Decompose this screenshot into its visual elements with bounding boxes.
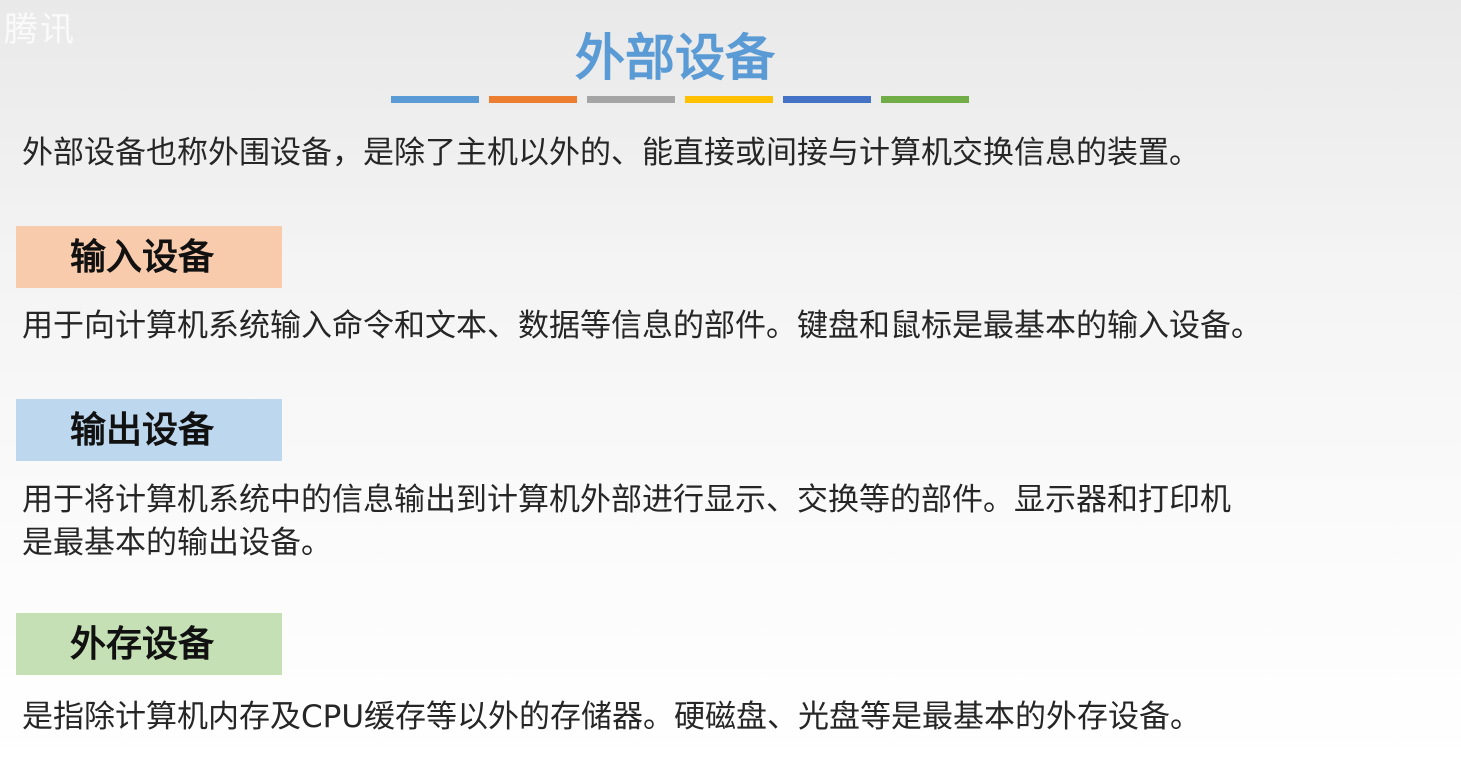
- section-tag-output-devices: 输出设备: [16, 399, 282, 461]
- intro-text: 外部设备也称外围设备，是除了主机以外的、能直接或间接与计算机交换信息的装置。: [22, 135, 1200, 171]
- page-title: 外部设备: [575, 28, 775, 87]
- accent-bar-darkblue: [783, 96, 871, 103]
- section-desc-output-devices-line1: 用于将计算机系统中的信息输出到计算机外部进行显示、交换等的部件。显示器和打印机: [22, 482, 1231, 518]
- section-desc-input-devices: 用于向计算机系统输入命令和文本、数据等信息的部件。键盘和鼠标是最基本的输入设备。: [22, 308, 1262, 344]
- section-tag-external-storage: 外存设备: [16, 613, 282, 675]
- accent-bar-yellow: [685, 96, 773, 103]
- accent-bar-orange: [489, 96, 577, 103]
- section-tag-input-devices: 输入设备: [16, 226, 282, 288]
- section-desc-external-storage: 是指除计算机内存及CPU缓存等以外的存储器。硬磁盘、光盘等是最基本的外存设备。: [22, 699, 1202, 735]
- accent-bar-gray: [587, 96, 675, 103]
- accent-bar-blue: [391, 96, 479, 103]
- accent-bars: [391, 96, 969, 103]
- section-desc-output-devices-line2: 是最基本的输出设备。: [22, 525, 332, 561]
- accent-bar-green: [881, 96, 969, 103]
